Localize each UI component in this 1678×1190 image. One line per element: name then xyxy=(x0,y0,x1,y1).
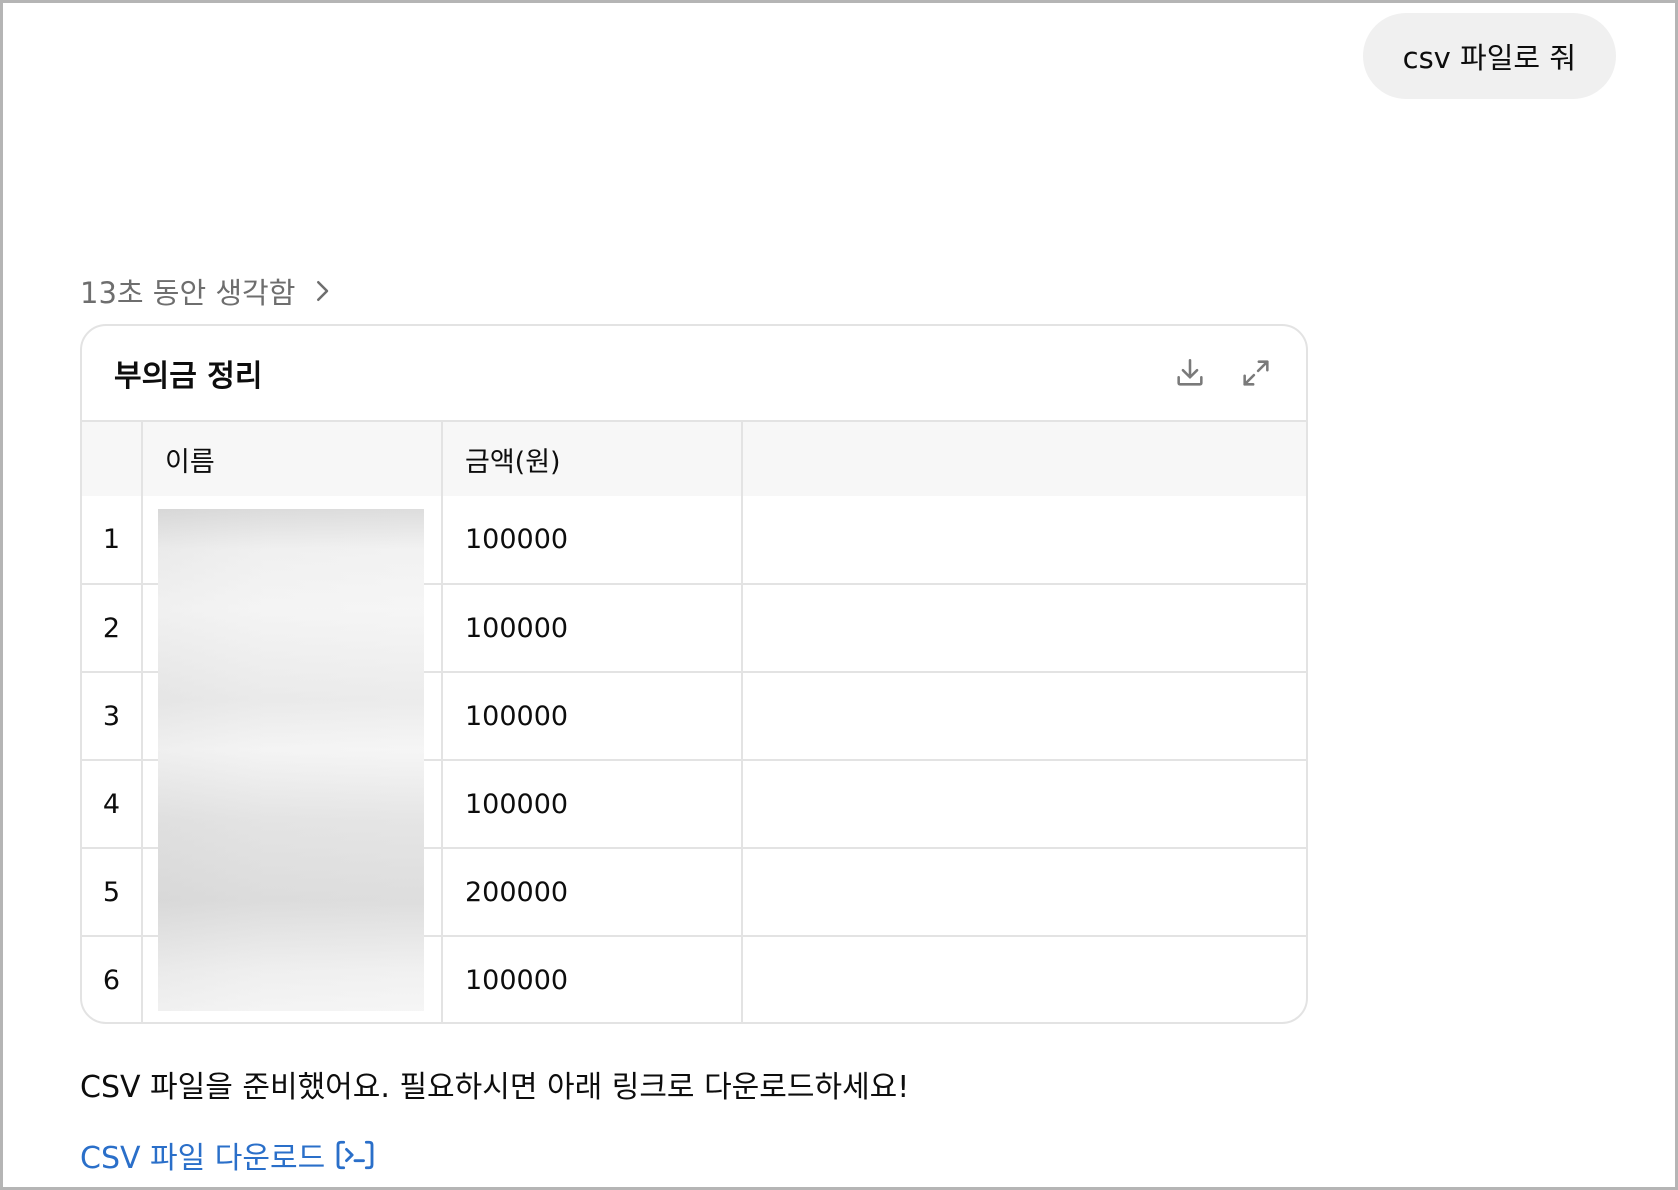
redacted-names-blur xyxy=(158,509,424,1011)
header-empty[interactable] xyxy=(742,422,1306,496)
header-index-cell xyxy=(82,422,143,496)
empty-cell[interactable] xyxy=(742,672,1306,761)
table-card-header: 부의금 정리 xyxy=(82,326,1306,422)
row-index: 1 xyxy=(82,496,143,585)
amount-cell[interactable]: 100000 xyxy=(442,760,743,849)
expand-button[interactable] xyxy=(1238,355,1274,391)
empty-cell[interactable] xyxy=(742,496,1306,585)
row-index: 2 xyxy=(82,584,143,673)
empty-cell[interactable] xyxy=(742,936,1306,1022)
user-message-bubble: csv 파일로 줘 xyxy=(1362,13,1616,99)
thought-label: 13초 동안 생각함 xyxy=(80,276,296,310)
expand-icon xyxy=(1243,360,1269,386)
amount-cell[interactable]: 200000 xyxy=(442,848,743,937)
csv-download-link[interactable]: CSV 파일 다운로드 xyxy=(80,1133,375,1177)
header-name[interactable]: 이름 xyxy=(142,422,443,496)
row-index: 6 xyxy=(82,936,143,1022)
header-amount[interactable]: 금액(원) xyxy=(442,422,743,496)
row-index: 3 xyxy=(82,672,143,761)
table-header-row: 이름 금액(원) xyxy=(82,422,1306,496)
row-index: 5 xyxy=(82,848,143,937)
csv-download-label: CSV 파일 다운로드 xyxy=(80,1141,326,1176)
amount-cell[interactable]: 100000 xyxy=(442,936,743,1022)
thought-toggle[interactable]: 13초 동안 생각함 xyxy=(80,270,337,312)
assistant-message: CSV 파일을 준비했어요. 필요하시면 아래 링크로 다운로드하세요! xyxy=(80,1070,910,1105)
table-actions xyxy=(1172,355,1274,391)
chevron-right-icon xyxy=(317,281,329,301)
empty-cell[interactable] xyxy=(742,584,1306,673)
user-message-text: csv 파일로 줘 xyxy=(1402,41,1576,75)
empty-cell[interactable] xyxy=(742,760,1306,849)
amount-cell[interactable]: 100000 xyxy=(442,584,743,673)
row-index: 4 xyxy=(82,760,143,849)
table-card: 부의금 정리 이름 금액(원) 1 100000 2 100000 3 1000… xyxy=(80,324,1308,1024)
amount-cell[interactable]: 100000 xyxy=(442,496,743,585)
download-icon xyxy=(1177,358,1203,386)
amount-cell[interactable]: 100000 xyxy=(442,672,743,761)
table-title: 부의금 정리 xyxy=(114,359,263,394)
code-icon xyxy=(336,1140,374,1170)
download-button[interactable] xyxy=(1172,355,1208,391)
empty-cell[interactable] xyxy=(742,848,1306,937)
